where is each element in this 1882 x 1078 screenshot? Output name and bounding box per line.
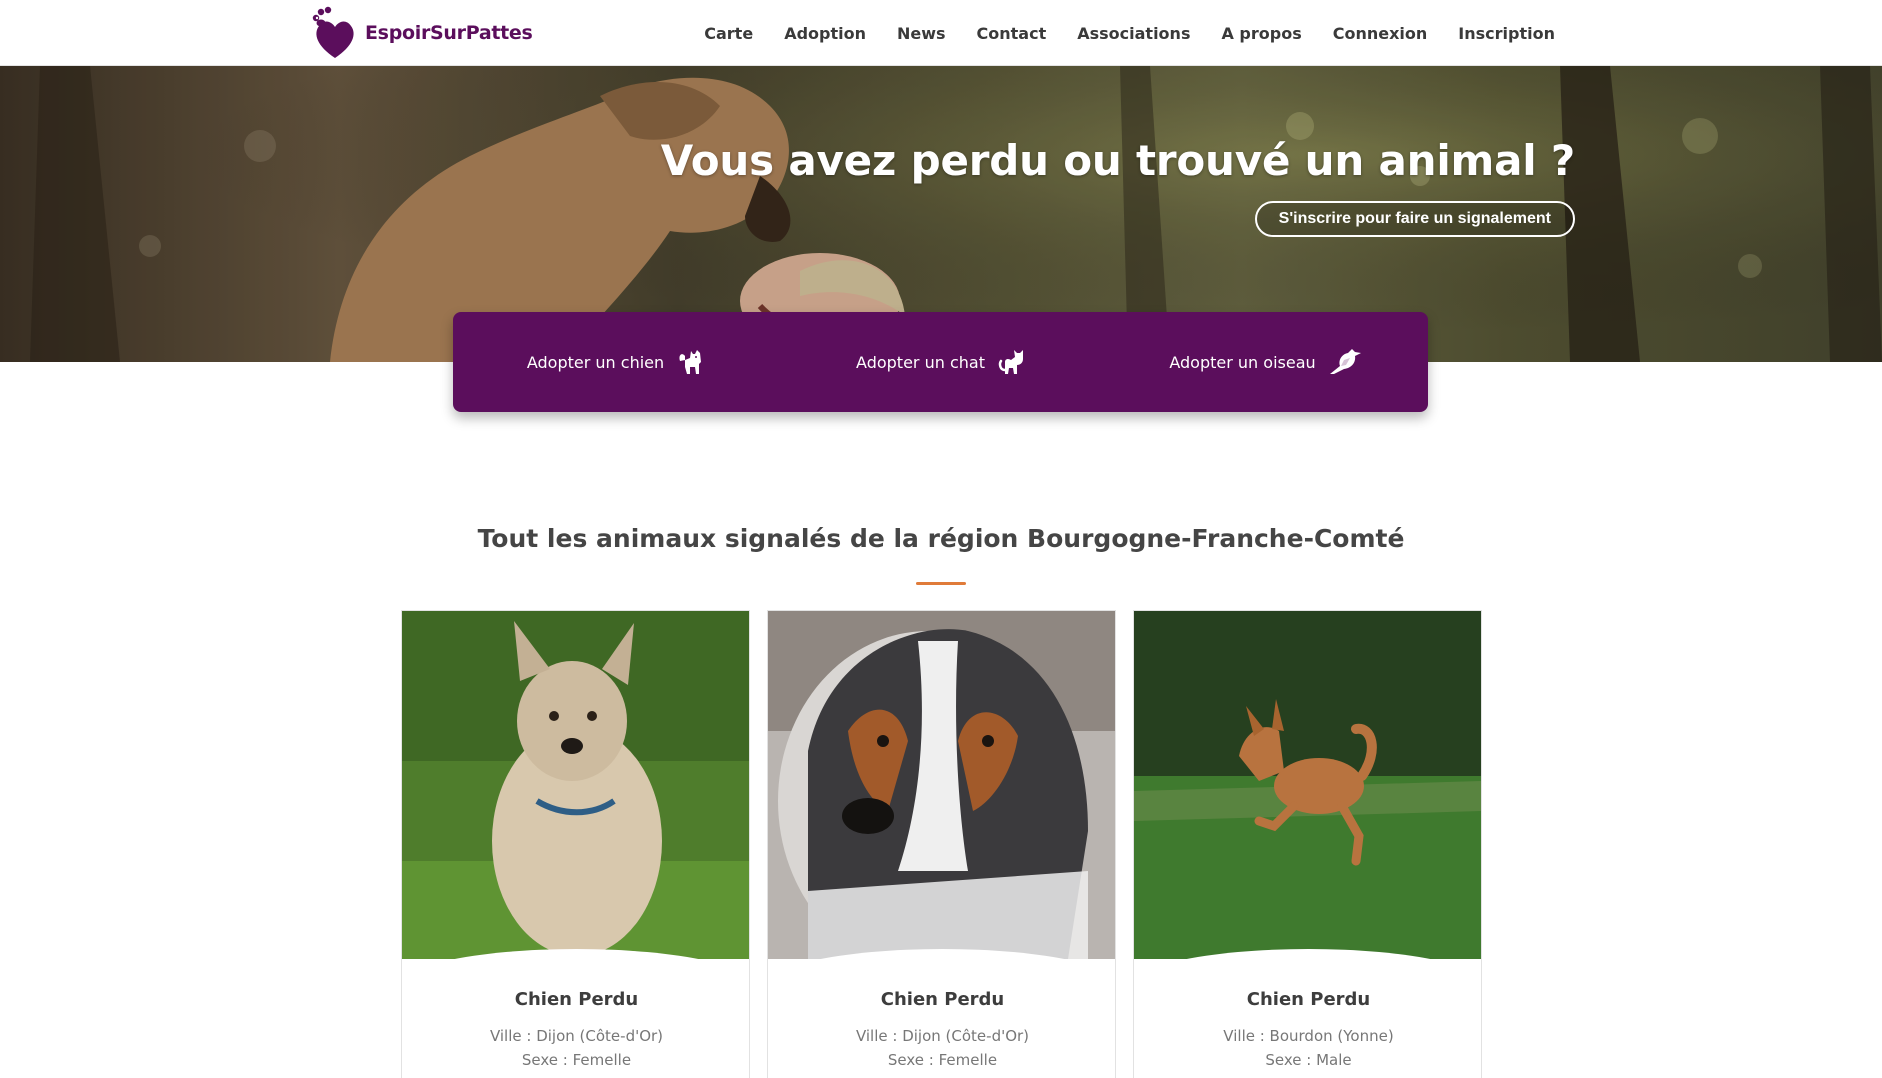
animal-card-title: Chien Perdu: [1246, 989, 1371, 1010]
top-navbar: EspoirSurPattes Carte Adoption News Cont…: [0, 0, 1882, 66]
animal-card-city: Ville : Bourdon (Yonne): [1223, 1027, 1394, 1045]
animal-photo: [768, 611, 1115, 959]
brand-logo[interactable]: EspoirSurPattes: [309, 6, 533, 60]
nav-inscription[interactable]: Inscription: [1458, 24, 1555, 43]
section-title: Tout les animaux signalés de la région B…: [477, 524, 1405, 553]
paw-heart-logo-icon: [312, 6, 354, 58]
nav-contact[interactable]: Contact: [977, 24, 1047, 43]
dog-icon: [679, 350, 702, 374]
adopt-bird-link[interactable]: Adopter un oiseau: [1103, 348, 1428, 376]
hero-title: Vous avez perdu ou trouvé un animal ?: [660, 136, 1575, 185]
section-accent-rule: [916, 582, 966, 585]
animal-photo: [1134, 611, 1481, 959]
main-nav: Carte Adoption News Contact Associations…: [704, 0, 1555, 66]
bird-icon: [1329, 349, 1361, 374]
animal-card-sex: Sexe : Femelle: [887, 1051, 998, 1069]
nav-a-propos[interactable]: A propos: [1221, 24, 1301, 43]
adopt-dog-link[interactable]: Adopter un chien: [453, 349, 778, 375]
nav-connexion[interactable]: Connexion: [1333, 24, 1428, 43]
running-dog-photo: [1134, 611, 1481, 959]
australian-shepherd-photo: [768, 611, 1115, 959]
animal-card[interactable]: Chien Perdu Ville : Bourdon (Yonne) Sexe…: [1133, 610, 1482, 1078]
cat-icon: [998, 350, 1023, 374]
nav-news[interactable]: News: [897, 24, 946, 43]
animal-photo: [402, 611, 749, 959]
animal-card-title: Chien Perdu: [880, 989, 1005, 1010]
nav-adoption[interactable]: Adoption: [784, 24, 866, 43]
nav-associations[interactable]: Associations: [1077, 24, 1190, 43]
animal-card-sex: Sexe : Male: [1265, 1051, 1352, 1069]
adopt-bird-label: Adopter un oiseau: [1169, 352, 1316, 372]
report-signup-button[interactable]: S'inscrire pour faire un signalement: [1254, 201, 1575, 237]
terrier-dog-photo: [402, 611, 749, 959]
adopt-cat-link[interactable]: Adopter un chat: [778, 348, 1103, 376]
animal-card-city: Ville : Dijon (Côte-d'Or): [855, 1027, 1030, 1045]
nav-carte[interactable]: Carte: [704, 24, 753, 43]
adopt-cat-label: Adopter un chat: [856, 352, 985, 372]
animal-card-city: Ville : Dijon (Côte-d'Or): [489, 1027, 664, 1045]
animal-card-title: Chien Perdu: [514, 989, 639, 1010]
brand-name: EspoirSurPattes: [365, 22, 533, 44]
animal-card[interactable]: Chien Perdu Ville : Dijon (Côte-d'Or) Se…: [401, 610, 750, 1078]
animal-card[interactable]: Chien Perdu Ville : Dijon (Côte-d'Or) Se…: [767, 610, 1116, 1078]
animal-cards-grid: Chien Perdu Ville : Dijon (Côte-d'Or) Se…: [401, 610, 1482, 1078]
adopt-dog-label: Adopter un chien: [526, 352, 665, 372]
adoption-category-bar: Adopter un chien Adopter un chat Adopter…: [453, 312, 1428, 412]
animal-card-sex: Sexe : Femelle: [521, 1051, 632, 1069]
